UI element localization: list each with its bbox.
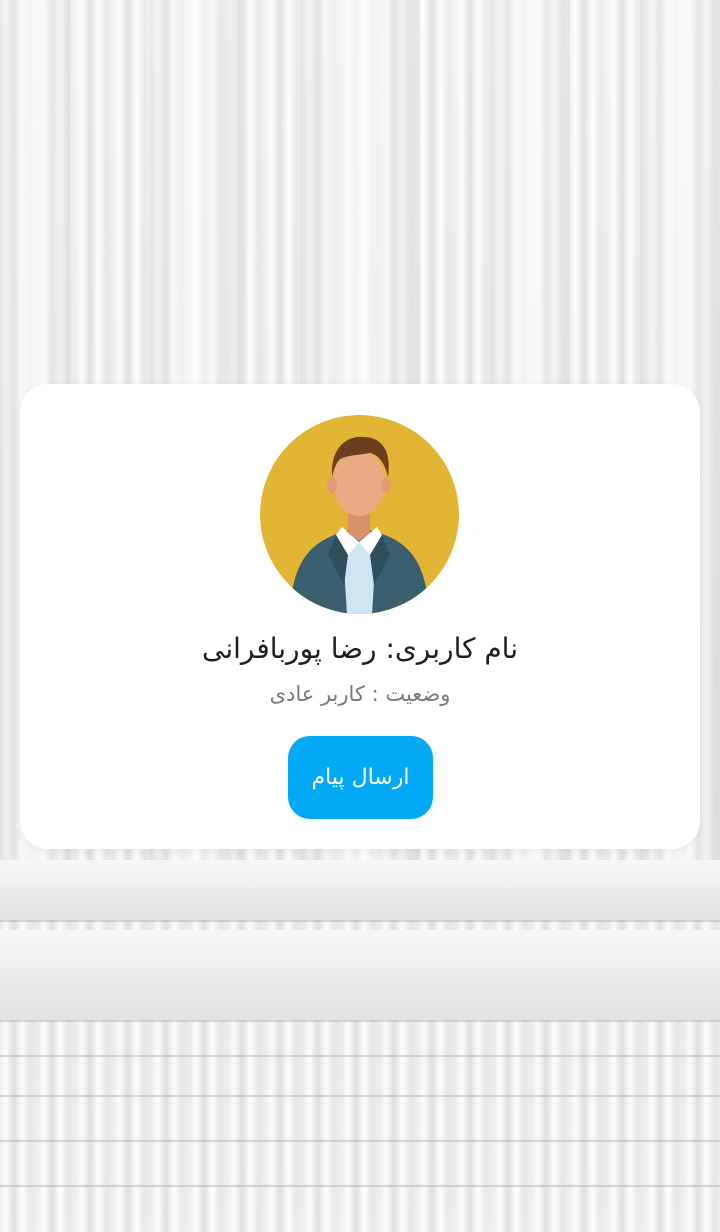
send-message-button[interactable]: ارسال پیام — [288, 736, 433, 819]
username-label: نام کاربری: رضا پوربافرانی — [201, 632, 518, 665]
user-avatar-icon — [260, 415, 459, 614]
profile-page: نام کاربری: رضا پوربافرانی وضعیت : کاربر… — [0, 0, 720, 1232]
profile-card: نام کاربری: رضا پوربافرانی وضعیت : کاربر… — [20, 384, 700, 849]
user-status-label: وضعیت : کاربر عادی — [269, 682, 451, 706]
